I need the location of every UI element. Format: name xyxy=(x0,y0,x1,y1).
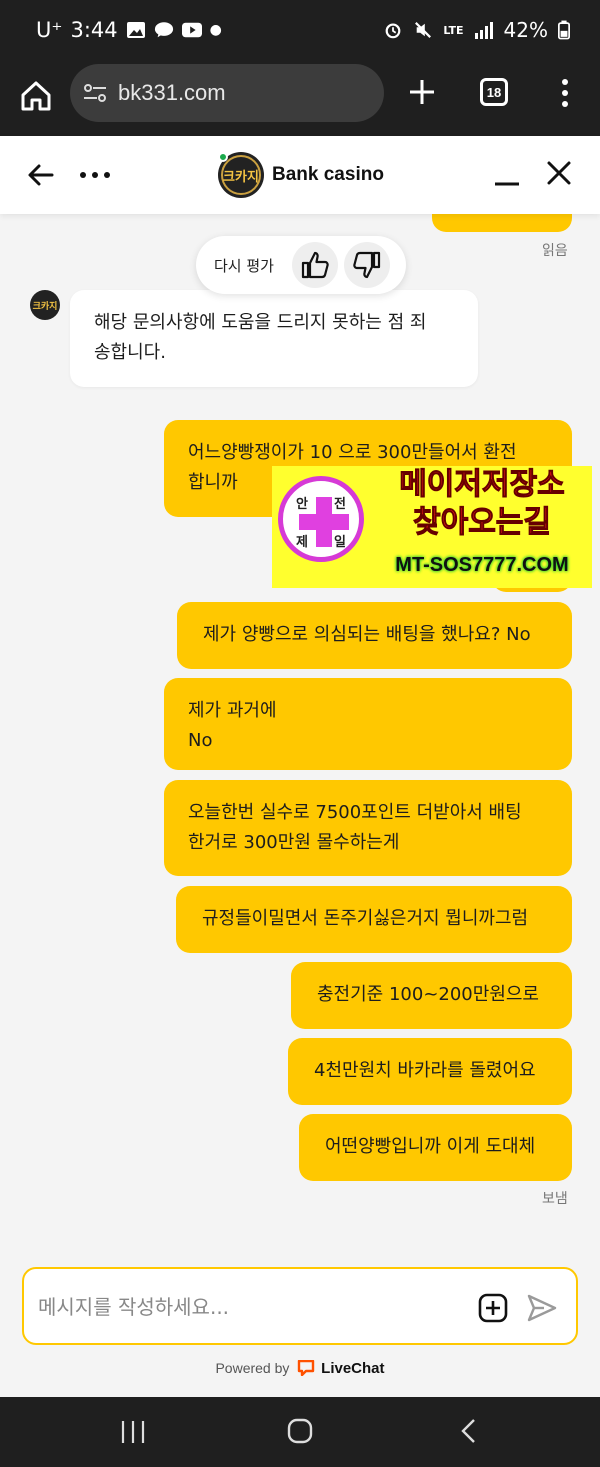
clock: 3:44 xyxy=(70,18,118,42)
badge-char: 제 xyxy=(296,535,308,550)
sent-receipt: 보냄 xyxy=(542,1191,568,1207)
chat-title: Bank casino xyxy=(272,164,384,185)
url-text: bk331.com xyxy=(118,80,226,105)
thumbs-down-icon xyxy=(353,251,381,279)
chat-header: 크카지 Bank casino xyxy=(0,136,600,214)
powered-by-footer: Powered by LiveChat xyxy=(0,1360,600,1377)
ad-title: 메이저저장소 찾아오는길 xyxy=(372,466,592,542)
badge-char: 일 xyxy=(334,535,346,550)
mute-icon xyxy=(415,22,432,38)
status-bar: U⁺ 3:44 ● LTE 42% xyxy=(0,0,600,62)
visitor-message: 오늘한번 실수로 7500포인트 더받아서 배팅 한거로 300만원 몰수하는게 xyxy=(164,780,572,876)
visitor-message: 4천만원치 바카라를 돌렸어요 xyxy=(288,1038,572,1105)
read-receipt: 읽음 xyxy=(542,243,568,259)
tab-switcher-button[interactable]: 18 xyxy=(480,78,508,106)
message-line: 제가 과거에 xyxy=(188,700,277,721)
ad-title-line: 찾아오는길 xyxy=(413,505,552,541)
ad-url: MT-SOS7777.COM xyxy=(395,554,569,576)
safety-badge: 안 전 제 일 xyxy=(278,476,364,562)
send-icon[interactable] xyxy=(526,1293,558,1323)
message-input[interactable] xyxy=(38,1287,458,1327)
site-settings-icon[interactable] xyxy=(82,80,108,106)
rating-prompt: 다시 평가 xyxy=(196,236,406,294)
address-bar[interactable]: bk331.com xyxy=(70,64,384,122)
battery-level: 42% xyxy=(503,18,548,42)
network-type: LTE xyxy=(443,23,464,37)
visitor-message: 제가 양빵으로 의심되는 배팅을 했나요? No xyxy=(177,602,572,669)
ad-title-line: 메이저저장소 xyxy=(399,467,566,503)
home-circle-icon[interactable] xyxy=(286,1417,314,1445)
brand-logo-text: 크카지 xyxy=(223,169,259,185)
attach-plus-icon[interactable] xyxy=(478,1293,508,1323)
visitor-message: 충전기준 100~200만원으로 xyxy=(291,962,572,1029)
online-status-icon xyxy=(218,152,228,162)
message-line: 어느양빵쟁이가 10 으로 300만들어서 환전 xyxy=(188,442,517,463)
carrier-label: U⁺ xyxy=(36,18,63,42)
system-navigation-bar xyxy=(0,1397,600,1467)
talk-icon xyxy=(154,22,173,38)
chat-brand: 크카지 Bank casino xyxy=(218,152,384,198)
livechat-logo-icon xyxy=(298,1360,315,1376)
thumbs-up-button[interactable] xyxy=(291,242,338,288)
message-line: 송합니다. xyxy=(94,342,166,363)
agent-message: 해당 문의사항에 도움을 드리지 못하는 점 죄 송합니다. xyxy=(70,290,478,387)
minimize-icon[interactable] xyxy=(492,160,522,190)
home-icon[interactable] xyxy=(18,78,54,114)
message-line: 해당 문의사항에 도움을 드리지 못하는 점 죄 xyxy=(94,312,427,333)
agent-avatar-text: 크카지 xyxy=(32,301,58,312)
thumbs-down-button[interactable] xyxy=(343,242,390,288)
notification-dot-icon: ● xyxy=(209,22,222,38)
badge-char: 전 xyxy=(334,497,346,512)
message-line: 오늘한번 실수로 7500포인트 더받아서 배팅 xyxy=(188,802,522,823)
signal-icon xyxy=(474,22,493,39)
youtube-icon xyxy=(181,22,202,38)
message-line: No xyxy=(188,730,213,751)
visitor-message: 제가 과거에 No xyxy=(164,678,572,770)
more-vertical-icon[interactable] xyxy=(556,78,574,108)
more-horizontal-icon[interactable] xyxy=(78,162,112,188)
message-list[interactable]: 읽음 다시 평가 크카지 해당 문의사항에 도움을 드리지 못하는 점 죄 송합… xyxy=(0,194,600,1254)
back-chevron-icon[interactable] xyxy=(458,1417,478,1445)
close-icon[interactable] xyxy=(544,158,574,188)
gallery-icon xyxy=(126,22,145,38)
thumbs-up-icon xyxy=(301,251,329,279)
visitor-message: 규정들이밀면서 돈주기싫은거지 뭡니까그럼 xyxy=(176,886,572,953)
powered-by-label: Powered by xyxy=(215,1360,290,1376)
message-line: 한거로 300만원 몰수하는게 xyxy=(188,832,400,853)
visitor-message: 어떤양빵입니까 이게 도대체 xyxy=(299,1114,572,1181)
agent-avatar: 크카지 xyxy=(30,290,60,320)
message-composer xyxy=(22,1267,578,1345)
alarm-icon xyxy=(385,23,401,39)
overlay-ad-banner[interactable]: 안 전 제 일 메이저저장소 찾아오는길 MT-SOS7777.COM xyxy=(272,466,592,588)
browser-toolbar: bk331.com 18 xyxy=(0,62,600,136)
recent-apps-icon[interactable] xyxy=(118,1419,148,1445)
badge-char: 안 xyxy=(296,497,308,512)
rating-label: 다시 평가 xyxy=(214,256,274,275)
battery-charging-icon xyxy=(558,20,570,40)
back-arrow-icon[interactable] xyxy=(26,160,56,190)
livechat-brand[interactable]: LiveChat xyxy=(321,1360,384,1377)
new-tab-icon[interactable] xyxy=(406,76,438,108)
